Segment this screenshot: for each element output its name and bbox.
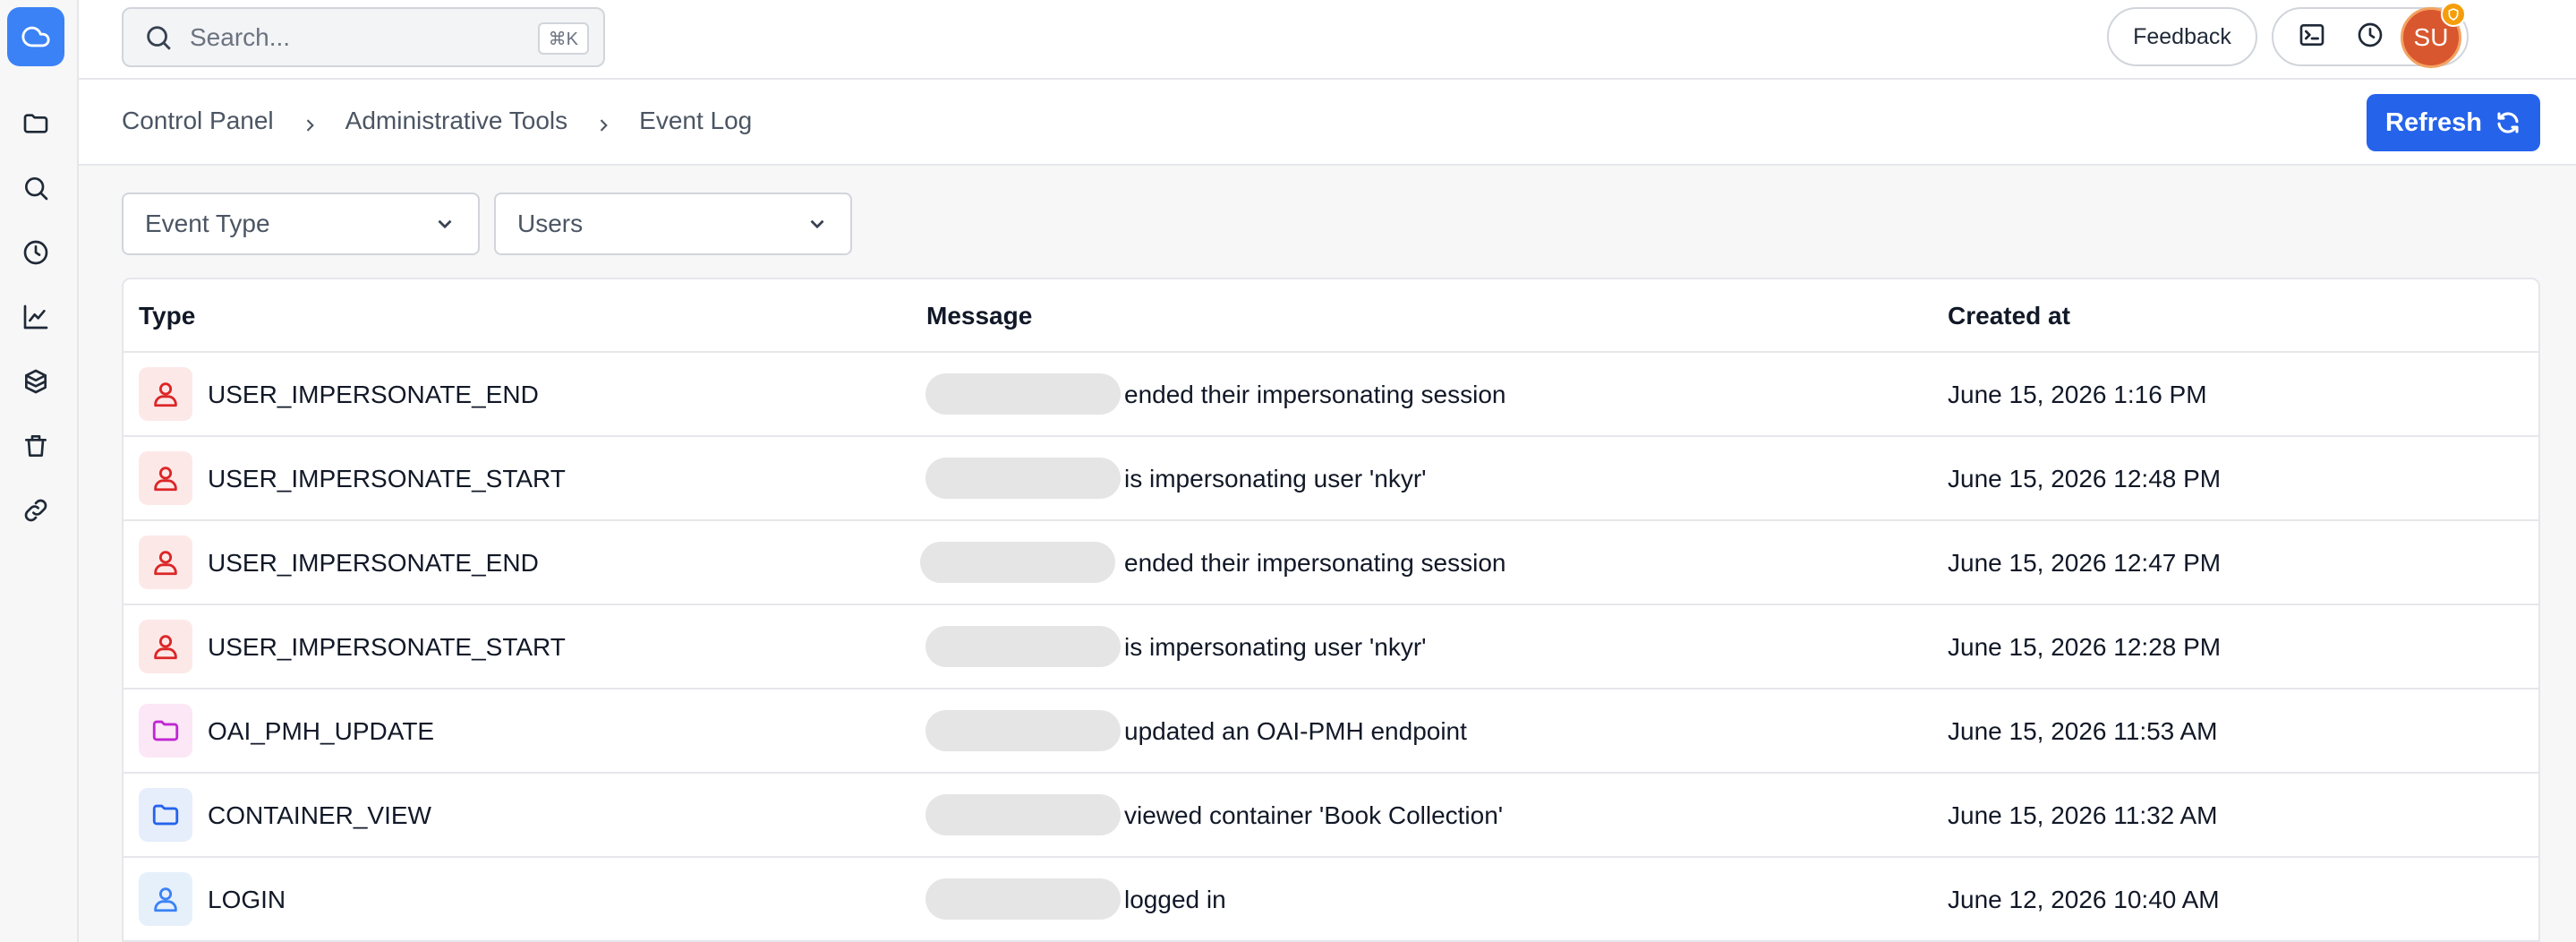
search-icon	[147, 25, 171, 50]
user-icon	[139, 535, 192, 589]
users-label: Users	[517, 210, 584, 237]
event-type: LOGIN	[208, 886, 286, 913]
chevron-right-icon	[594, 112, 612, 132]
header-created[interactable]: Created at	[1948, 302, 2070, 330]
history-clock-icon[interactable]	[2356, 21, 2384, 54]
event-message: ended their impersonating session	[1124, 549, 1506, 577]
header-type[interactable]: Type	[139, 302, 195, 330]
redacted-user	[925, 794, 1121, 835]
topbar: ⌘K Feedback	[79, 0, 2576, 80]
redacted-user	[925, 626, 1121, 667]
event-message: is impersonating user 'nkyr'	[1124, 633, 1427, 661]
breadcrumb-event-log: Event Log	[639, 107, 753, 134]
chevron-down-icon	[438, 219, 452, 229]
shield-badge-icon	[2441, 2, 2466, 27]
table-row[interactable]: CONTAINER_VIEW viewed container 'Book Co…	[124, 774, 2538, 858]
event-message: ended their impersonating session	[1124, 381, 1506, 408]
breadcrumb-administrative-tools[interactable]: Administrative Tools	[345, 107, 567, 135]
table-row[interactable]: USER_IMPERSONATE_END ended their imperso…	[124, 353, 2538, 437]
user-icon	[139, 872, 192, 926]
cloud-logo-icon[interactable]	[7, 7, 64, 66]
event-created: June 15, 2026 11:53 AM	[1948, 717, 2218, 745]
header-message[interactable]: Message	[926, 302, 1032, 330]
table-row[interactable]: USER_IMPERSONATE_START is impersonating …	[124, 437, 2538, 521]
event-message: viewed container 'Book Collection'	[1124, 801, 1504, 829]
user-icon	[139, 451, 192, 505]
folder-icon[interactable]	[18, 106, 54, 141]
event-type-label: Event Type	[145, 210, 270, 237]
terminal-icon[interactable]	[2298, 21, 2326, 54]
event-created: June 15, 2026 12:28 PM	[1948, 633, 2222, 661]
search-box[interactable]: ⌘K	[122, 7, 605, 67]
folder-icon	[139, 704, 192, 758]
chevron-right-icon	[301, 112, 319, 132]
link-icon[interactable]	[18, 492, 54, 528]
event-type: USER_IMPERSONATE_START	[208, 633, 566, 661]
redacted-user	[925, 373, 1121, 415]
chevron-down-icon	[810, 219, 824, 229]
event-type: USER_IMPERSONATE_END	[208, 381, 539, 408]
boxes-icon[interactable]	[18, 364, 54, 399]
trash-icon[interactable]	[18, 428, 54, 464]
feedback-button[interactable]: Feedback	[2107, 7, 2257, 66]
breadcrumb: Control Panel Administrative Tools Event…	[122, 107, 752, 135]
event-created: June 15, 2026 12:47 PM	[1948, 549, 2222, 577]
event-type: CONTAINER_VIEW	[208, 801, 431, 829]
shortcut-hint: ⌘K	[537, 22, 589, 55]
event-log-table: Type Message Created at USER_IMPERSONATE…	[122, 278, 2540, 942]
breadcrumb-bar: Control Panel Administrative Tools Event…	[79, 80, 2576, 166]
event-created: June 12, 2026 10:40 AM	[1948, 886, 2220, 913]
breadcrumb-control-panel[interactable]: Control Panel	[122, 107, 274, 135]
redacted-user	[920, 542, 1115, 583]
event-message: updated an OAI-PMH endpoint	[1124, 717, 1467, 745]
event-message: logged in	[1124, 886, 1226, 913]
refresh-label: Refresh	[2385, 107, 2482, 137]
event-type: USER_IMPERSONATE_START	[208, 465, 566, 492]
folder-icon	[139, 788, 192, 842]
refresh-icon	[2497, 112, 2519, 133]
users-select[interactable]: Users	[494, 193, 852, 255]
event-type-select[interactable]: Event Type	[122, 193, 480, 255]
event-created: June 15, 2026 11:32 AM	[1948, 801, 2218, 829]
redacted-user	[925, 458, 1121, 499]
table-row[interactable]: LOGIN logged in June 12, 2026 10:40 AM	[124, 858, 2538, 942]
user-icon	[139, 367, 192, 421]
event-message: is impersonating user 'nkyr'	[1124, 465, 1427, 492]
table-header: Type Message Created at	[124, 279, 2538, 353]
search-icon[interactable]	[18, 170, 54, 206]
redacted-user	[925, 710, 1121, 751]
event-created: June 15, 2026 1:16 PM	[1948, 381, 2207, 408]
event-type: USER_IMPERSONATE_END	[208, 549, 539, 577]
clock-icon[interactable]	[18, 235, 54, 270]
table-row[interactable]: USER_IMPERSONATE_START is impersonating …	[124, 605, 2538, 689]
event-type: OAI_PMH_UPDATE	[208, 717, 435, 745]
chart-icon[interactable]	[18, 299, 54, 335]
user-icon	[139, 620, 192, 673]
redacted-user	[925, 878, 1121, 920]
event-created: June 15, 2026 12:48 PM	[1948, 465, 2222, 492]
search-input[interactable]	[190, 22, 521, 52]
table-row[interactable]: USER_IMPERSONATE_END ended their imperso…	[124, 521, 2538, 605]
refresh-button[interactable]: Refresh	[2367, 94, 2540, 151]
table-row[interactable]: OAI_PMH_UPDATE updated an OAI-PMH endpoi…	[124, 689, 2538, 774]
sidebar	[0, 0, 79, 942]
